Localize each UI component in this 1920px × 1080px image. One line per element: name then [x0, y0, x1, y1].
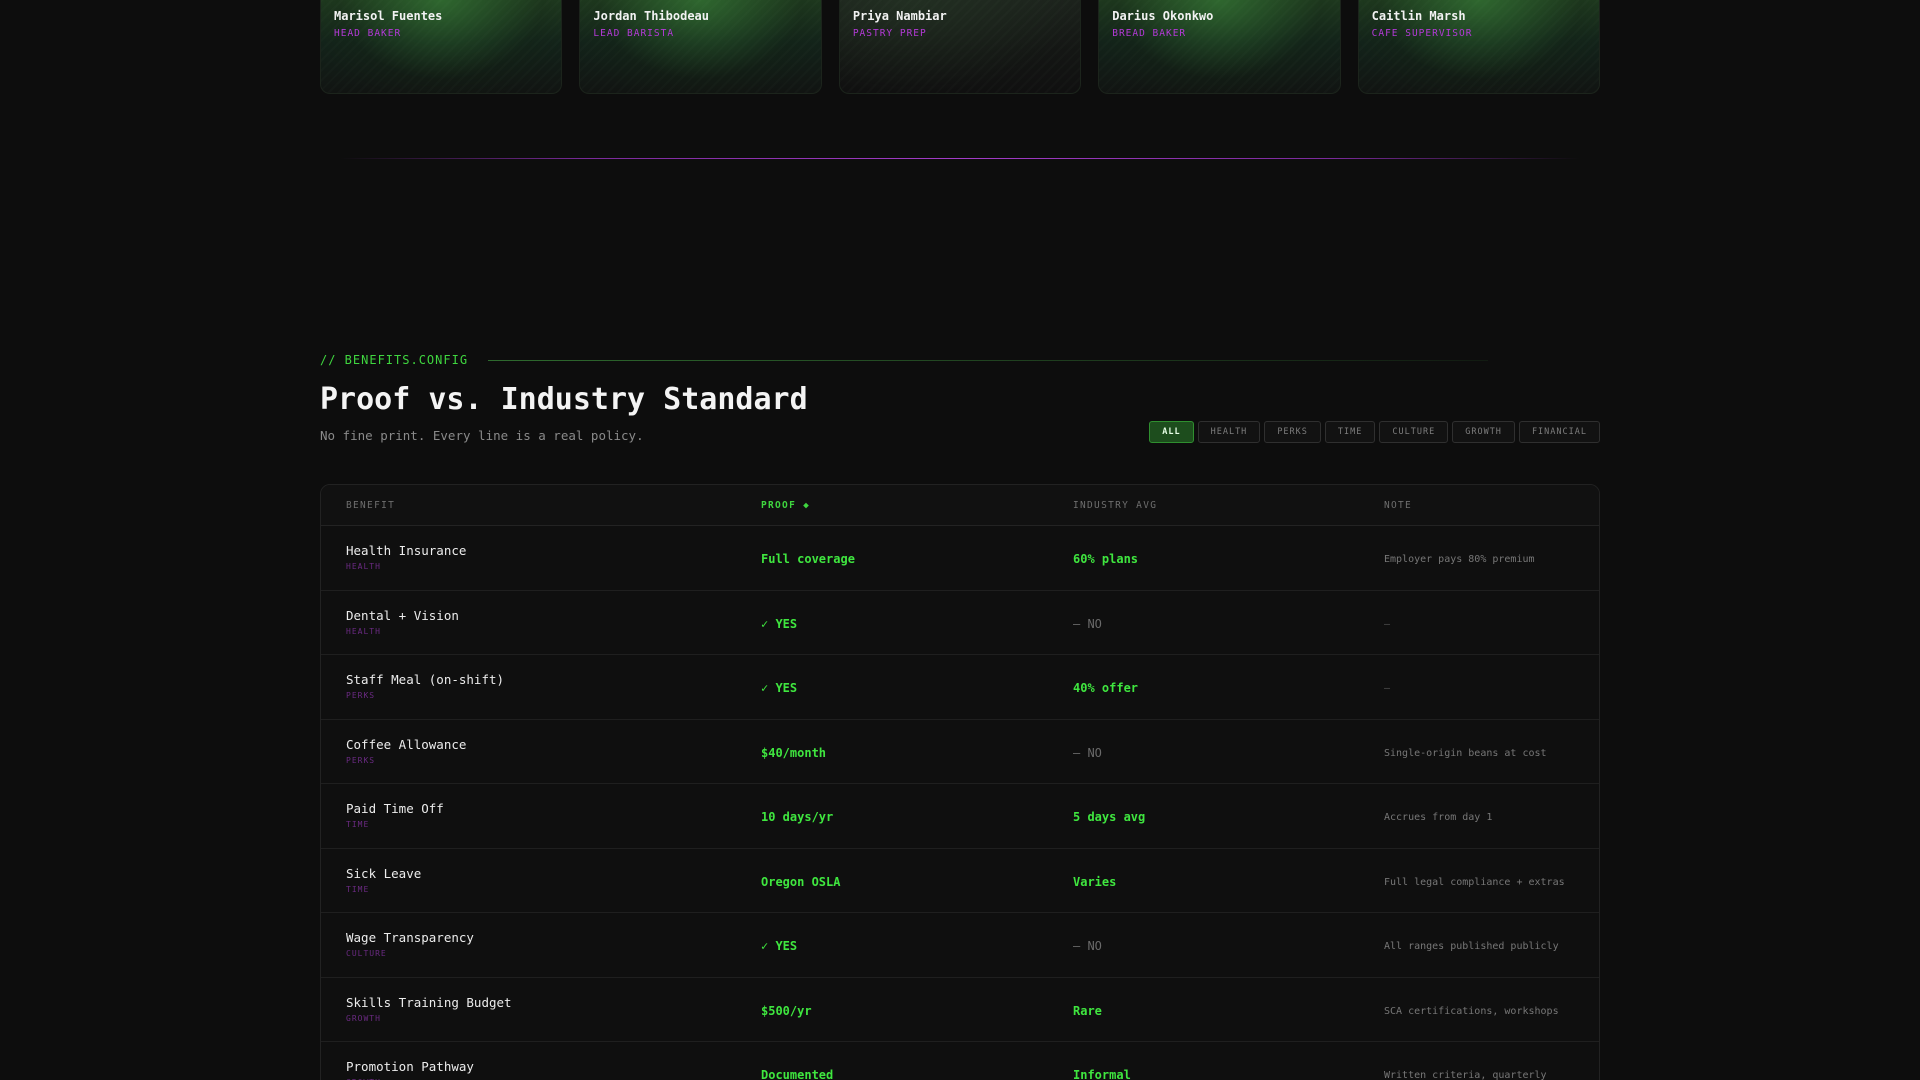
benefit-category: PERKS: [346, 755, 376, 765]
industry-value: — NO: [1073, 939, 1102, 953]
filter-financial[interactable]: FINANCIAL: [1518, 421, 1600, 443]
team-member-name: Priya Nambiar: [852, 9, 947, 23]
proof-value: $500/yr: [761, 1003, 812, 1018]
section-label: // BENEFITS.CONFIG: [320, 353, 469, 367]
benefit-name: Sick Leave: [346, 865, 422, 881]
team-card[interactable]: Darius Okonkwo BREAD BAKER: [1098, 0, 1341, 94]
table-row[interactable]: Sick Leave TIME Oregon OSLA Varies Full lega…: [321, 849, 1599, 913]
team-member-name: Darius Okonkwo: [1112, 9, 1214, 23]
team-member-role: CAFE SUPERVISOR: [1371, 28, 1473, 39]
benefit-note: All ranges published publicly: [1384, 941, 1559, 952]
team-card[interactable]: Priya Nambiar PASTRY PREP: [838, 0, 1082, 94]
industry-value: Informal: [1073, 1068, 1131, 1080]
team-member-role: PASTRY PREP: [852, 28, 927, 39]
header-industry-avg[interactable]: INDUSTRY AVG: [1073, 500, 1157, 511]
header-benefit[interactable]: BENEFIT: [346, 500, 395, 511]
team-member-role: LEAD BARISTA: [593, 28, 675, 39]
team-card[interactable]: Caitlin Marsh CAFE SUPERVISOR: [1357, 0, 1601, 94]
team-member-name: Caitlin Marsh: [1371, 9, 1466, 23]
filter-time[interactable]: TIME: [1324, 421, 1376, 443]
benefit-note: Full legal compliance + extras: [1384, 876, 1565, 888]
table-header: BENEFIT PROOF ◆ INDUSTRY AVG NOTE: [321, 485, 1599, 526]
page-title: Proof vs. Industry Standard: [320, 382, 808, 417]
table-row[interactable]: Wage Transparency CULTURE ✓ YES — NO All ran…: [321, 913, 1599, 978]
table-row[interactable]: Promotion PathwayGROWTHDocumentedInforma…: [321, 1042, 1599, 1080]
header-note[interactable]: NOTE: [1384, 500, 1412, 511]
benefit-name: Coffee Allowance: [346, 736, 467, 752]
team-cards: Marisol Fuentes HEAD BAKER Jordan Thibodea…: [320, 0, 1601, 94]
table-row[interactable]: Dental + Vision HEALTH ✓ YES — NO —: [321, 591, 1599, 655]
benefit-note: —: [1384, 618, 1391, 630]
category-filters: ALL HEALTH PERKS TIME CULTURE GROWTH FINANCIAL: [1149, 421, 1600, 443]
benefit-name: Paid Time Off: [346, 801, 444, 816]
benefit-category: HEALTH: [346, 562, 381, 571]
industry-value: — NO: [1073, 616, 1102, 631]
team-member-name: Marisol Fuentes: [334, 9, 443, 23]
team-card[interactable]: Marisol Fuentes HEAD BAKER: [320, 0, 563, 94]
team-member-role: HEAD BAKER: [334, 28, 402, 39]
proof-value: $40/month: [761, 745, 827, 760]
benefit-note: Employer pays 80% premium: [1384, 554, 1535, 565]
benefit-name: Health Insurance: [346, 543, 467, 558]
industry-value: Varies: [1073, 874, 1117, 889]
benefit-note: Accrues from day 1: [1384, 812, 1493, 823]
page-subtitle: No fine print. Every line is a real poli…: [320, 428, 644, 443]
benefit-name: Staff Meal (on-shift): [346, 672, 505, 687]
header-proof[interactable]: PROOF ◆: [761, 500, 810, 511]
benefit-name: Dental + Vision: [346, 607, 459, 623]
table-row[interactable]: Staff Meal (on-shift) PERKS ✓ YES 40% offer…: [321, 655, 1599, 720]
proof-value: Full coverage: [761, 552, 855, 566]
benefit-category: CULTURE: [346, 949, 387, 958]
benefit-note: Written criteria, quarterly reviews: [1384, 1070, 1547, 1080]
proof-value: Documented: [761, 1068, 834, 1080]
benefit-name: Wage Transparency: [346, 930, 474, 945]
filter-health[interactable]: HEALTH: [1197, 421, 1261, 443]
filter-culture[interactable]: CULTURE: [1379, 421, 1449, 443]
filter-growth[interactable]: GROWTH: [1452, 421, 1515, 443]
table-row[interactable]: Health Insurance HEALTH Full coverage 60% p…: [321, 526, 1599, 591]
industry-value: 40% offer: [1073, 681, 1139, 695]
industry-value: Rare: [1073, 1003, 1102, 1018]
team-card[interactable]: Jordan Thibodeau LEAD BARISTA: [579, 0, 822, 94]
page: Marisol Fuentes HEAD BAKER Jordan Thibodea…: [0, 0, 1920, 1080]
filter-perks[interactable]: PERKS: [1264, 421, 1321, 443]
benefit-name: Promotion Pathway: [346, 1059, 474, 1074]
team-member-role: BREAD BAKER: [1112, 28, 1187, 39]
team-member-name: Jordan Thibodeau: [593, 9, 709, 23]
benefit-category: TIME: [346, 884, 370, 894]
benefit-category: TIME: [346, 820, 370, 829]
proof-value: ✓ YES: [761, 939, 798, 953]
benefit-category: GROWTH: [346, 1013, 381, 1023]
industry-value: 5 days avg: [1073, 810, 1146, 824]
benefit-category: PERKS: [346, 691, 376, 700]
section-divider: [340, 158, 1580, 159]
proof-value: ✓ YES: [761, 616, 798, 631]
industry-value: 60% plans: [1073, 552, 1139, 566]
benefits-table: BENEFIT PROOF ◆ INDUSTRY AVG NOTE Health…: [320, 484, 1600, 1080]
proof-value: Oregon OSLA: [761, 874, 841, 889]
benefit-note: Single-origin beans at cost: [1384, 747, 1547, 759]
benefit-name: Skills Training Budget: [346, 994, 512, 1010]
industry-value: — NO: [1073, 745, 1102, 760]
table-row[interactable]: Coffee Allowance PERKS $40/month — NO Single…: [321, 720, 1599, 784]
benefit-note: —: [1384, 683, 1391, 694]
section-rule: [488, 360, 1488, 361]
benefit-note: SCA certifications, workshops: [1384, 1005, 1559, 1017]
table-row[interactable]: Paid Time Off TIME 10 days/yr 5 days avg Acc…: [321, 784, 1599, 849]
benefit-category: HEALTH: [346, 626, 381, 636]
filter-all[interactable]: ALL: [1149, 421, 1194, 443]
proof-value: 10 days/yr: [761, 810, 834, 824]
table-row[interactable]: Skills Training Budget GROWTH $500/yr Rare S…: [321, 978, 1599, 1042]
proof-value: ✓ YES: [761, 681, 798, 695]
table-body: Health Insurance HEALTH Full coverage 60% p…: [321, 526, 1599, 1080]
